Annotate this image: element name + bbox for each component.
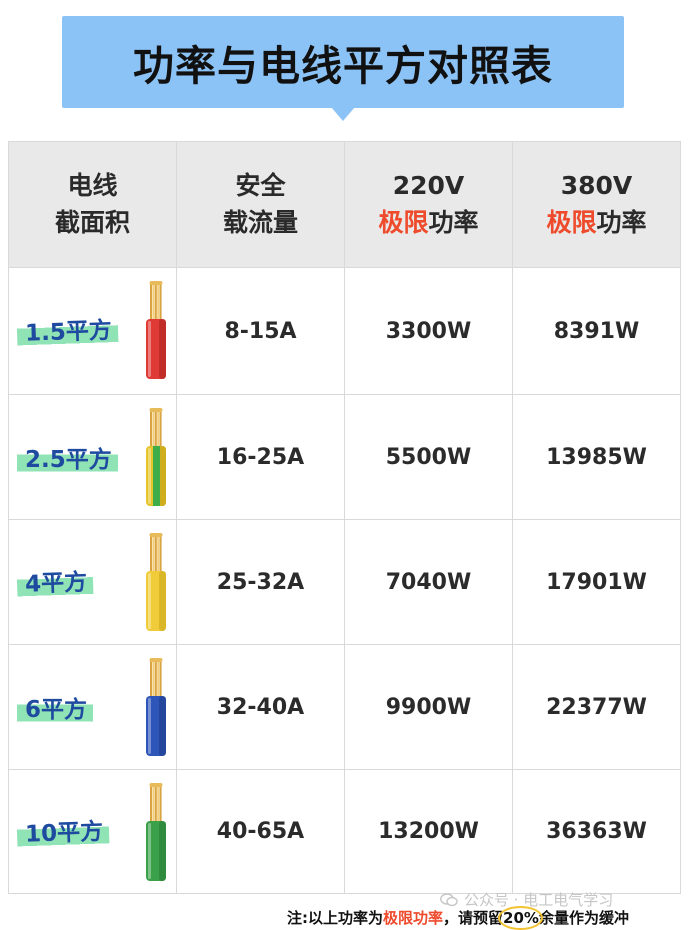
footer-note-percent: 20% [503,909,539,927]
power-380v-cell: 8391W [512,267,681,395]
cross-section-cell: 6平方 [8,644,177,770]
cross-section-cell: 4平方 [8,519,177,645]
cross-section-cell: 2.5平方 [8,394,177,520]
header-380v-highlight: 极限 [546,207,597,237]
header-safe-current-line2: 载流量 [222,207,298,237]
power-380v-cell: 17901W [512,519,681,645]
power-220v-cell: 3300W [344,267,513,395]
header-220v-label: 极限功率 [345,205,512,241]
wire-icon [146,533,166,631]
wire-icon [146,408,166,506]
wire-icon [146,658,166,756]
header-220v-rest: 功率 [428,207,479,237]
power-220v-cell: 13200W [344,769,513,894]
safe-current-cell: 16-25A [176,394,345,520]
cross-section-cell: 10平方 [8,769,177,894]
table-row: 2.5平方 16-25A 5500W 13985W [8,394,681,520]
wire-icon [146,783,166,881]
table-body: 1.5平方 8-15A 3300W 8391W 2.5平方 16-25A 5500W 1398… [8,267,681,894]
cross-section-label: 4平方 [16,560,94,601]
footer-note-mid: ，请预留 [443,909,504,927]
wire-icon [146,281,166,379]
power-220v-cell: 7040W [344,519,513,645]
header-220v-power: 220V 极限功率 [344,141,513,268]
power-220v-cell: 5500W [344,394,513,520]
table-row: 1.5平方 8-15A 3300W 8391W [8,267,681,395]
header-380v-voltage: 380V [560,171,633,201]
header-380v-rest: 功率 [596,207,647,237]
cross-section-label: 6平方 [17,688,94,726]
header-380v-power: 380V 极限功率 [512,141,681,268]
footer-note: 注:以上功率为极限功率，请预留20%余量作为缓冲 [287,907,629,928]
safe-current-cell: 32-40A [176,644,345,770]
header-220v-highlight: 极限 [378,207,429,237]
title-pointer [331,107,355,121]
power-380v-cell: 13985W [512,394,681,520]
table-row: 6平方 32-40A 9900W 22377W [8,644,681,770]
power-380v-cell: 36363W [512,769,681,894]
wire-power-table: 电线 截面积 安全 载流量 220V 极限功率 380V 极限功率 1.5平方 8… [8,141,681,894]
power-380v-cell: 22377W [512,644,681,770]
safe-current-cell: 8-15A [176,267,345,395]
table-row: 4平方 25-32A 7040W 17901W [8,519,681,645]
footer-note-prefix: 注:以上功率为 [287,909,383,927]
header-cross-section-line2: 截面积 [54,207,130,237]
cross-section-cell: 1.5平方 [8,267,177,395]
table-header-row: 电线 截面积 安全 载流量 220V 极限功率 380V 极限功率 [8,141,681,268]
footer-note-highlight: 极限功率 [383,909,444,927]
header-cross-section: 电线 截面积 [8,141,177,268]
power-220v-cell: 9900W [344,644,513,770]
cross-section-label: 2.5平方 [17,438,118,476]
header-380v-label: 极限功率 [513,205,680,241]
header-cross-section-line1: 电线 [67,171,118,201]
page-title: 功率与电线平方对照表 [133,42,553,90]
cross-section-label: 1.5平方 [16,308,119,350]
wechat-icon [440,893,458,907]
footer-note-suffix: 余量作为缓冲 [538,909,629,927]
safe-current-cell: 40-65A [176,769,345,894]
table-row: 10平方 40-65A 13200W 36363W [8,769,681,894]
header-safe-current-line1: 安全 [235,171,286,201]
header-220v-voltage: 220V [392,171,465,201]
cross-section-label: 10平方 [16,809,110,851]
header-safe-current: 安全 载流量 [176,141,345,268]
title-banner: 功率与电线平方对照表 [62,16,624,108]
safe-current-cell: 25-32A [176,519,345,645]
